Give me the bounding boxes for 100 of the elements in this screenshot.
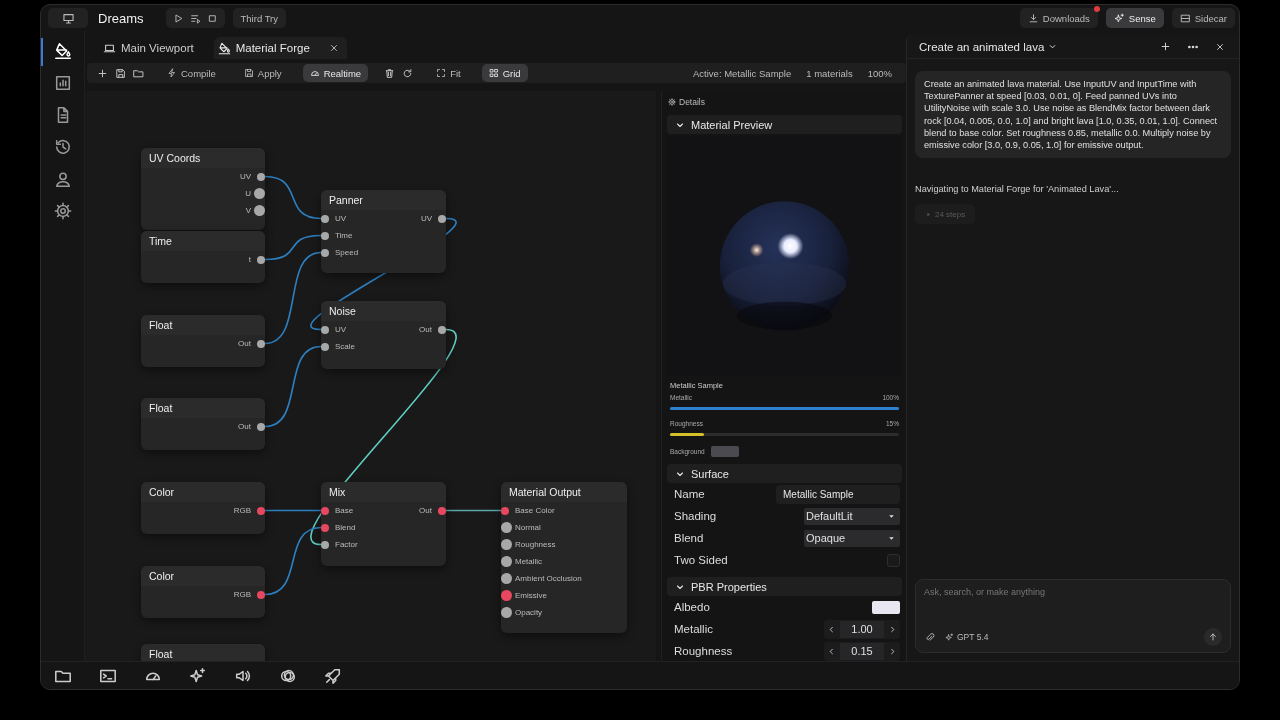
editor-tab[interactable]: Main Viewport [99,37,202,59]
chevron-right-icon[interactable] [888,646,897,656]
graph-node[interactable]: Float [141,644,265,661]
background-swatch[interactable] [710,445,739,457]
fit-button[interactable]: Fit [429,64,468,82]
port-dot[interactable] [321,523,329,532]
port-dot[interactable] [501,539,512,550]
settings-icon[interactable] [53,202,72,220]
model-name[interactable]: GPT 5.4 [957,632,989,642]
graph-node[interactable]: Panner UV UV Time Speed [321,190,446,273]
paint-bucket-icon[interactable] [53,42,72,60]
stop-icon[interactable] [206,12,218,24]
port-dot[interactable] [501,506,509,515]
chat-input[interactable]: Ask, search, or make anything GPT 5.4 [915,579,1231,653]
graph-node[interactable]: Float Out [141,398,265,450]
chevron-left-icon[interactable] [827,624,836,634]
node-title: Float [149,648,173,660]
save-icon[interactable] [115,67,126,79]
port-dot[interactable] [501,522,512,533]
graph-node[interactable]: Mix Base Out Blend Factor [321,482,446,566]
port-dot[interactable] [321,342,329,351]
checkbox[interactable] [887,553,900,567]
realtime-button[interactable]: Realtime [302,64,369,82]
port-dot[interactable] [254,205,265,216]
port-label: V [245,206,251,215]
port-dot[interactable] [438,506,446,515]
plus-icon[interactable] [1160,41,1171,52]
name-field[interactable]: Metallic Sample [776,484,900,504]
property-label: Two Sided [674,554,728,566]
port-dot[interactable] [257,590,265,599]
sense-button[interactable]: Sense [1105,8,1164,28]
chart-icon[interactable] [53,74,72,92]
port-dot[interactable] [321,248,329,257]
port-dot[interactable] [257,339,265,348]
close-icon[interactable] [328,43,339,53]
section-header[interactable]: PBR Properties [667,577,902,596]
refresh-icon[interactable] [402,67,414,79]
panel-title: Details [679,97,705,107]
port-dot[interactable] [321,325,329,334]
user-icon[interactable] [53,170,72,188]
number-stepper[interactable]: 1.00 [824,619,900,639]
graph-node[interactable]: Color RGB [141,566,265,618]
section-header[interactable]: Material Preview [667,115,902,134]
sparkle-icon[interactable] [189,666,207,685]
downloads-button[interactable]: Downloads [1019,8,1098,28]
monitor-icon-button[interactable] [48,8,88,28]
graph-node[interactable]: Float Out [141,315,265,367]
rocket-icon[interactable] [324,666,342,685]
port-dot[interactable] [501,590,512,601]
port-dot[interactable] [321,214,329,223]
port-dot[interactable] [257,255,265,264]
port-dot[interactable] [321,540,329,549]
folder-icon[interactable] [133,67,144,79]
chevron-right-icon[interactable] [888,624,897,634]
plus-icon[interactable] [97,67,108,79]
port-dot[interactable] [321,506,329,515]
port-dot[interactable] [501,607,512,618]
port-dot[interactable] [501,556,512,567]
dropdown[interactable]: DefaultLit [804,507,900,525]
port-label: Roughness [515,540,556,549]
port-dot[interactable] [438,214,446,223]
dropdown[interactable]: Opaque [804,529,900,547]
port-dot[interactable] [438,325,446,334]
graph-node[interactable]: Noise UV Out Scale [321,301,446,369]
graph-node[interactable]: Time t [141,231,265,283]
trash-icon[interactable] [384,67,396,79]
section-header[interactable]: Surface [667,464,902,483]
apply-button[interactable]: Apply [236,64,289,82]
editor-tab[interactable]: Material Forge [213,37,347,59]
number-stepper[interactable]: 0.15 [824,641,900,661]
graph-node[interactable]: UV Coords UV U V [141,148,265,230]
port-dot[interactable] [257,506,265,515]
property-label: Metallic [674,623,713,635]
port-dot[interactable] [254,188,265,199]
sparkle-icon [945,632,954,642]
node-title: Time [149,235,172,247]
paperclip-icon[interactable] [924,631,935,643]
port-dot[interactable] [257,422,265,431]
send-button[interactable] [1204,628,1222,646]
history-icon[interactable] [53,138,72,156]
queue-icon[interactable] [189,12,201,24]
port-dot[interactable] [321,231,329,240]
port-dot[interactable] [257,172,265,181]
graph-node[interactable]: Color RGB [141,482,265,534]
chevron-left-icon[interactable] [827,646,836,656]
project-button[interactable]: Third Try [232,8,286,28]
user-message: Create an animated lava material. Use InputUV and InputTime with TexturePanner at speed [0.03, 0.01, 0]. Feed panned UVs into UtilityNoise with scale 3.0. Use noise as BlendMix factor between dark rock [0.04, 0.005, 0.0, 1.0] and bright lava [1.0, 0.35, 0.01, 1.0]. Connect blend to base color. Set roughness 0.85, metallic 0.0. Multiply noise by emissive color [3.0, 0.9, 0.05, 1.0] for emissive output. [915,71,1231,159]
port-label: t [248,255,251,264]
chevron-icon[interactable] [1048,42,1058,51]
color-swatch[interactable] [872,600,900,614]
port-dot[interactable] [501,573,512,584]
node-title: UV Coords [149,152,201,164]
grid-button[interactable]: Grid [481,64,528,82]
graph-node[interactable]: Material Output Base Color Normal Roughness Metallic Ambient Occlusion Emissive Opacity [501,482,627,633]
port-label: Opacity [515,608,543,617]
sidecar-button[interactable]: Sidecar [1171,8,1235,28]
port-label: Base Color [515,506,555,515]
close-icon[interactable] [1215,41,1225,52]
grid-icon [488,68,499,78]
compile-button[interactable]: Compile [160,64,223,82]
